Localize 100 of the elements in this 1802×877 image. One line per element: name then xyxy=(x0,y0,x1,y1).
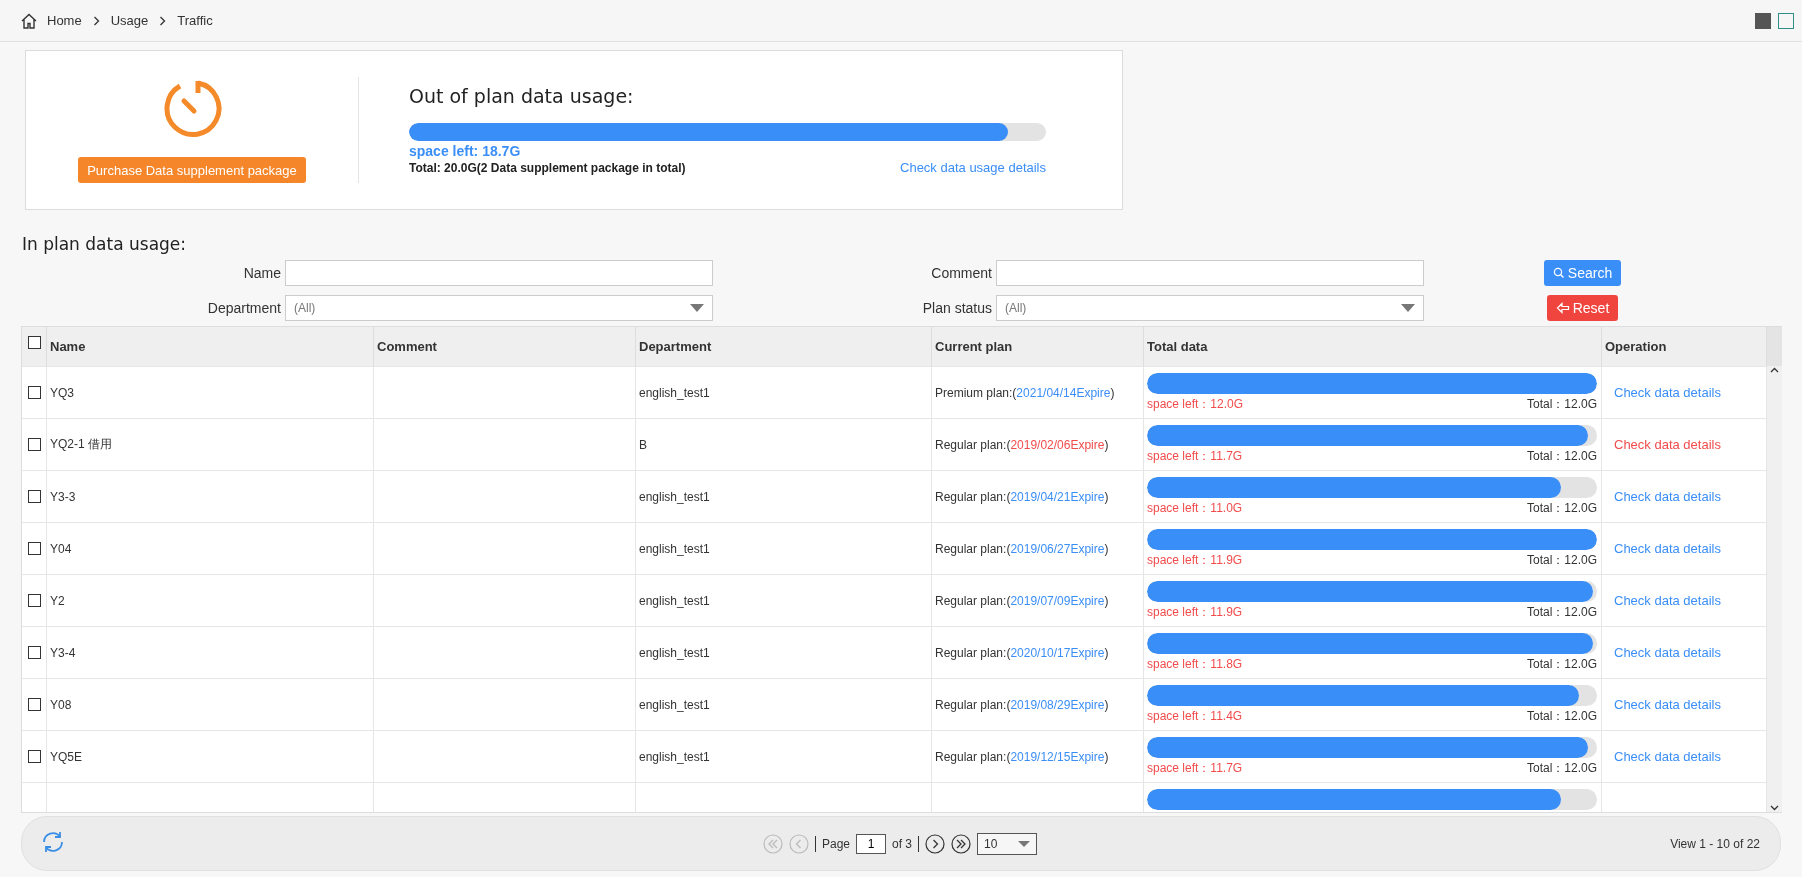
purchase-button[interactable]: Purchase Data supplement package xyxy=(78,157,306,183)
refresh-icon[interactable] xyxy=(40,830,66,854)
details-link[interactable]: Check data details xyxy=(1614,385,1721,400)
total-text: Total：12.0G xyxy=(1526,551,1597,569)
name-text: Y3-4 xyxy=(50,645,76,660)
page-input[interactable]: 1 xyxy=(856,833,886,854)
department-text: english_test1 xyxy=(639,697,710,712)
section-title: In plan data usage: xyxy=(22,234,188,254)
text-field[interactable] xyxy=(285,260,713,286)
scroll-down-icon[interactable] xyxy=(1770,804,1779,812)
name-text: Y2 xyxy=(50,593,65,608)
dark-square-icon[interactable] xyxy=(1755,12,1771,29)
name-text: Y3-3 xyxy=(50,489,76,504)
page-count: of 3 xyxy=(892,836,912,851)
checkbox[interactable] xyxy=(27,490,41,503)
filter-label: Name xyxy=(242,265,282,281)
department-text: B xyxy=(639,437,647,452)
total-text: Total：12.0G xyxy=(1526,707,1597,725)
scrollbar[interactable] xyxy=(1767,366,1782,812)
breadcrumb-link[interactable]: Traffic xyxy=(177,13,213,28)
chevron-right-icon[interactable] xyxy=(925,833,945,854)
details-link[interactable]: Check data details xyxy=(1614,593,1721,608)
checkbox[interactable] xyxy=(27,438,41,451)
department-text: english_test1 xyxy=(639,645,710,660)
breadcrumb-link[interactable]: Home xyxy=(47,13,82,28)
name-text: YQ5E xyxy=(50,749,82,764)
checkbox[interactable] xyxy=(27,698,41,711)
usage-title: Out of plan data usage: xyxy=(409,85,635,107)
dropdown[interactable]: (All) xyxy=(996,295,1424,321)
name-text: YQ3 xyxy=(50,385,74,400)
space-left-text: space left：11.7G xyxy=(1147,759,1243,777)
double-chevron-right-icon[interactable] xyxy=(951,833,971,854)
plan-text: Premium plan:(2021/04/14Expire) xyxy=(935,385,1115,400)
total-text: Total: 20.0G(2 Data supplement package in total) xyxy=(409,161,686,175)
breadcrumb-link[interactable]: Usage xyxy=(110,13,149,28)
reset-button[interactable]: Reset xyxy=(1546,295,1619,321)
total-text: Total：12.0G xyxy=(1526,655,1597,673)
column-header: Total data xyxy=(1147,339,1208,354)
space-left-text: space left：11.9G xyxy=(1147,551,1243,569)
plan-text: Regular plan:(2019/12/15Expire) xyxy=(935,749,1109,764)
chevron-icon xyxy=(92,15,100,26)
filter-label: Department xyxy=(206,300,282,316)
details-link[interactable]: Check data details xyxy=(1614,697,1721,712)
column-header: Comment xyxy=(377,339,437,354)
space-left-text: space left: 18.7G xyxy=(409,143,522,159)
department-text: english_test1 xyxy=(639,541,710,556)
scroll-up-icon[interactable] xyxy=(1770,366,1779,374)
checkbox[interactable] xyxy=(27,750,41,763)
filter-label: Comment xyxy=(930,265,993,281)
search-button[interactable]: Search xyxy=(1543,260,1622,286)
name-text: Y04 xyxy=(50,541,72,556)
column-header: Name xyxy=(50,339,86,354)
total-text: Total：12.0G xyxy=(1526,499,1597,517)
total-text: Total：12.0G xyxy=(1526,395,1597,413)
filter-label: Plan status xyxy=(921,300,993,316)
column-header: Current plan xyxy=(935,339,1013,354)
department-text: english_test1 xyxy=(639,489,710,504)
department-text: english_test1 xyxy=(639,385,710,400)
details-link[interactable]: Check data details xyxy=(1614,489,1721,504)
outlined-square-icon[interactable] xyxy=(1778,12,1794,29)
space-left-text: space left：11.9G xyxy=(1147,603,1243,621)
space-left-text: space left：11.8G xyxy=(1147,655,1243,673)
department-text: english_test1 xyxy=(639,749,710,764)
usage-details-link[interactable]: Check data usage details xyxy=(900,160,1046,175)
record-count: View 1 - 10 of 22 xyxy=(1670,836,1760,851)
column-header: Department xyxy=(639,339,712,354)
back-arrow-icon xyxy=(1555,302,1570,314)
home-icon[interactable] xyxy=(20,12,38,29)
checkbox[interactable] xyxy=(27,646,41,659)
plan-text: Regular plan:(2019/02/06Expire) xyxy=(935,437,1109,452)
plan-text: Regular plan:(2019/08/29Expire) xyxy=(935,697,1109,712)
details-link[interactable]: Check data details xyxy=(1614,541,1721,556)
plan-text: Regular plan:(2019/06/27Expire) xyxy=(935,541,1109,556)
total-text: Total：12.0G xyxy=(1526,759,1597,777)
space-left-text: space left：12.0G xyxy=(1147,395,1244,413)
details-link[interactable]: Check data details xyxy=(1614,645,1721,660)
space-left-text: space left：11.7G xyxy=(1147,447,1243,465)
text-field[interactable] xyxy=(996,260,1424,286)
department-text: english_test1 xyxy=(639,593,710,608)
total-text: Total：12.0G xyxy=(1526,603,1597,621)
page-size-dropdown[interactable]: 10 xyxy=(977,832,1037,855)
plan-text: Regular plan:(2019/07/09Expire) xyxy=(935,593,1109,608)
details-link[interactable]: Check data details xyxy=(1614,437,1721,452)
plan-text: Regular plan:(2020/10/17Expire) xyxy=(935,645,1109,660)
checkbox[interactable] xyxy=(27,594,41,607)
page-label: Page xyxy=(821,836,850,851)
space-left-text: space left：11.4G xyxy=(1147,707,1243,725)
checkbox[interactable] xyxy=(27,386,41,399)
chevron-icon xyxy=(159,15,167,26)
dropdown[interactable]: (All) xyxy=(285,295,713,321)
name-text: YQ2-1 借用 xyxy=(50,436,112,453)
checkbox[interactable] xyxy=(27,336,41,349)
name-text: Y08 xyxy=(50,697,72,712)
total-text: Total：12.0G xyxy=(1526,447,1597,465)
space-left-text: space left：11.0G xyxy=(1147,499,1243,517)
details-link[interactable]: Check data details xyxy=(1614,749,1721,764)
column-header: Operation xyxy=(1605,339,1667,354)
search-icon xyxy=(1552,267,1565,279)
plan-text: Regular plan:(2019/04/21Expire) xyxy=(935,489,1109,504)
checkbox[interactable] xyxy=(27,542,41,555)
